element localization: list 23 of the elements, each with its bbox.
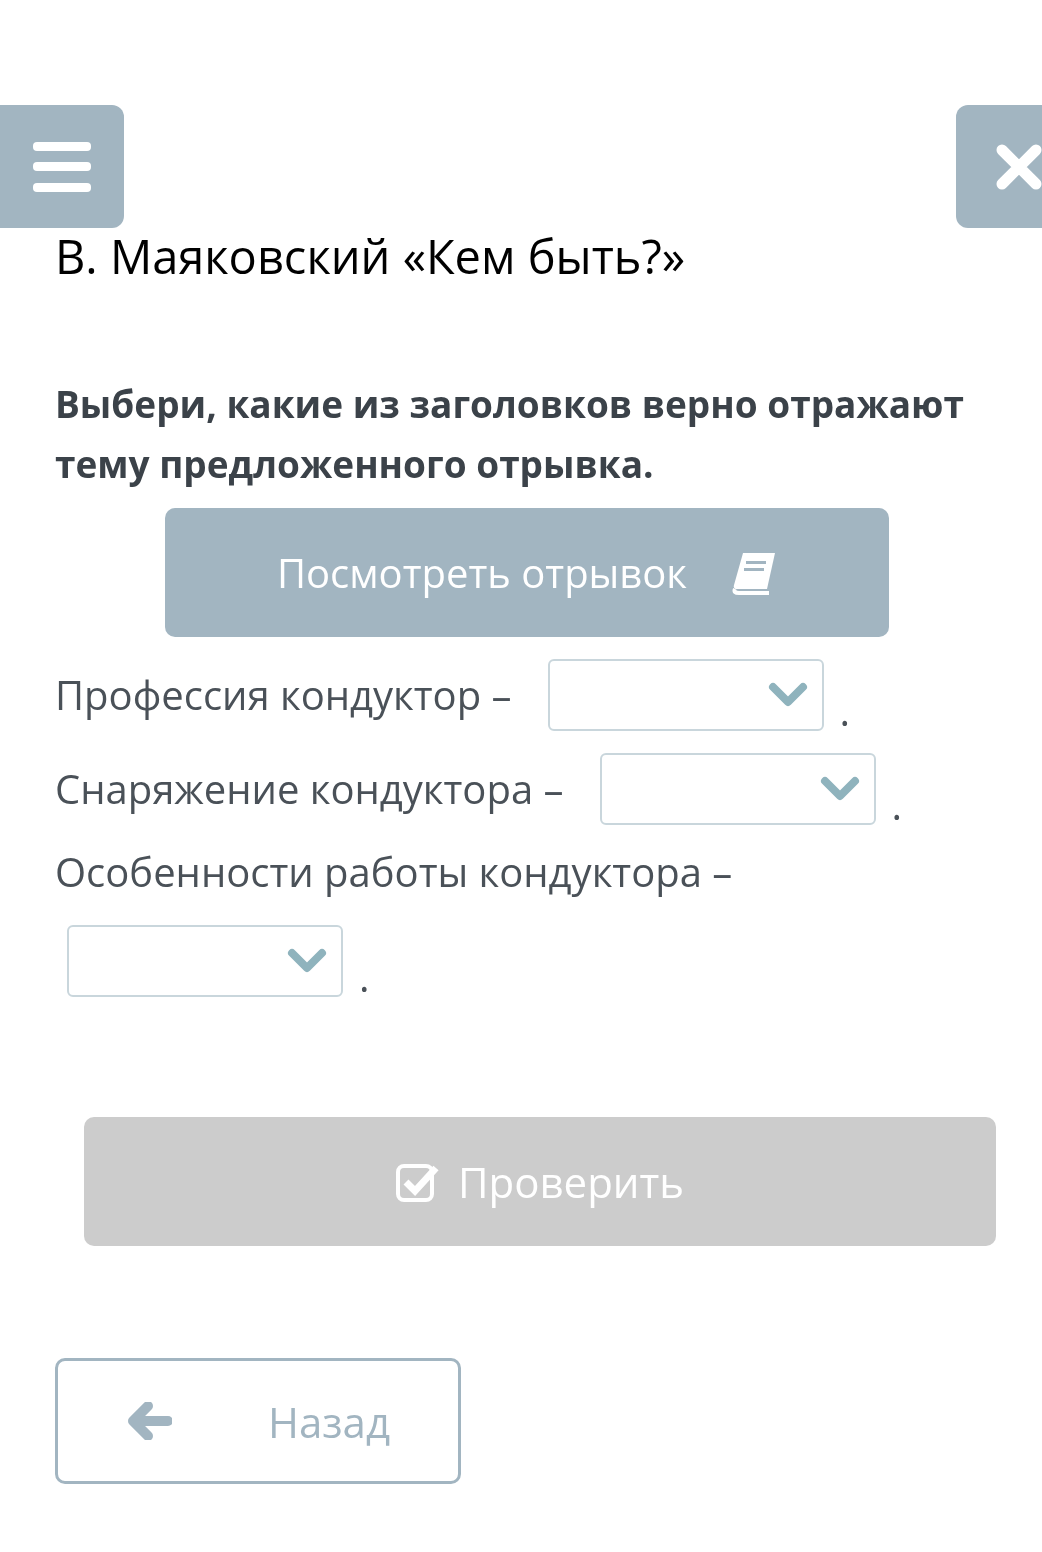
answer-dropdown[interactable] — [599, 753, 876, 825]
chevron-down-icon — [767, 682, 808, 708]
sentence-text: Профессия кондуктор – — [55, 670, 512, 720]
sentence-text: Особенности работы кондуктора – — [55, 847, 733, 897]
close-button[interactable] — [956, 105, 1042, 228]
checkbox-check-icon — [395, 1161, 440, 1202]
book-icon — [731, 550, 778, 595]
view-excerpt-button[interactable]: Посмотреть отрывок — [165, 508, 889, 637]
task-instruction: Выбери, какие из заголовков верно отражают тему предложенного отрывка. — [55, 377, 965, 491]
sentence-period: . — [839, 691, 851, 731]
menu-icon — [33, 141, 91, 192]
sentence-text: Снаряжение кондуктора – — [55, 764, 564, 814]
chevron-down-icon — [819, 776, 860, 802]
chevron-down-icon — [287, 948, 327, 974]
sentence-period: . — [359, 957, 370, 997]
arrow-left-icon — [128, 1402, 172, 1440]
page-title: В. Маяковский «Кем быть?» — [55, 226, 687, 286]
menu-button[interactable] — [0, 105, 124, 228]
close-icon — [996, 143, 1042, 190]
answer-dropdown[interactable] — [547, 659, 824, 731]
back-button[interactable]: Назад — [55, 1358, 461, 1484]
sentence-period: . — [891, 785, 903, 825]
answer-dropdown[interactable] — [67, 925, 343, 997]
